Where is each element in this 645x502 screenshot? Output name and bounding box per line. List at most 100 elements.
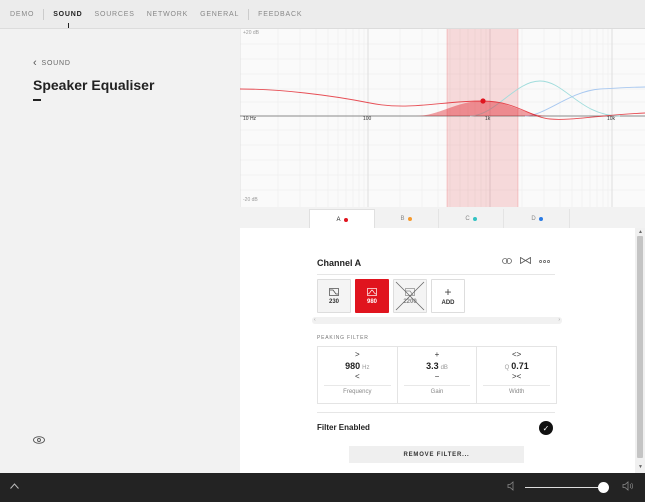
filter-enabled-label: Filter Enabled	[317, 423, 370, 432]
frequency-decrease-button[interactable]: <	[318, 372, 397, 381]
width-label: Width	[509, 389, 525, 395]
remove-filter-button[interactable]: REMOVE FILTER...	[349, 446, 524, 463]
volume-high-icon[interactable]	[622, 481, 634, 493]
nav-sound[interactable]: SOUND	[47, 11, 88, 28]
scroll-right-icon[interactable]: ›	[558, 317, 560, 323]
selected-band	[447, 29, 518, 207]
scroll-down-icon[interactable]: ▼	[638, 464, 643, 470]
freq-label-1k: 1k	[485, 116, 491, 122]
divider	[403, 385, 471, 386]
width-widen-button[interactable]: <>	[477, 350, 556, 359]
gain-value[interactable]: 3.3 dB	[398, 361, 477, 371]
peak-filter-icon	[367, 287, 377, 296]
tab-channel-d[interactable]: D	[505, 209, 570, 228]
channel-actions	[502, 256, 550, 266]
divider	[317, 274, 555, 275]
channel-title: Channel A	[317, 258, 362, 268]
frequency-value[interactable]: 980 Hz	[318, 361, 397, 371]
volume-low-icon[interactable]	[507, 481, 517, 493]
gain-unit: dB	[440, 365, 448, 371]
tab-channel-a[interactable]: A	[309, 209, 375, 229]
freq-label-10hz: 10 Hz	[243, 116, 257, 122]
channel-panel: Channel A 230 980 2200 + ADD ‹ › PEAKING…	[240, 228, 635, 473]
gain-decrease-button[interactable]: −	[398, 372, 477, 381]
nav-divider	[43, 8, 45, 20]
tab-channel-c[interactable]: C	[439, 209, 504, 228]
top-nav: DEMO SOUND SOURCES NETWORK GENERAL FEEDB…	[0, 0, 645, 29]
filter-button-230[interactable]: 230	[317, 279, 351, 313]
gain-number: 3.3	[426, 361, 439, 371]
width-number: 0.71	[511, 361, 529, 371]
back-link[interactable]: ‹ SOUND	[33, 57, 71, 69]
check-icon: ✓	[542, 423, 550, 433]
divider	[483, 385, 551, 386]
divider	[324, 385, 391, 386]
gain-increase-button[interactable]: +	[398, 350, 477, 359]
page-title: Speaker Equaliser	[33, 77, 155, 93]
link-icon[interactable]	[502, 257, 512, 266]
eye-icon[interactable]	[33, 431, 45, 449]
channel-tabs: A B C D	[240, 207, 645, 229]
db-top-label: +20 dB	[243, 30, 259, 36]
volume-slider-knob[interactable]	[598, 482, 609, 493]
channel-dot	[343, 217, 348, 222]
scrollbar-thumb[interactable]	[637, 236, 643, 458]
nav-sources[interactable]: SOURCES	[88, 11, 140, 18]
add-filter-button[interactable]: + ADD	[431, 279, 465, 313]
nav-general[interactable]: GENERAL	[194, 11, 245, 18]
disabled-cross-icon	[395, 281, 425, 311]
param-gain: + 3.3 dB − Gain	[398, 347, 478, 403]
filter-label: 980	[366, 298, 377, 305]
channel-dot	[472, 216, 477, 221]
nav-network[interactable]: NETWORK	[141, 11, 194, 18]
divider	[317, 412, 555, 413]
tab-label: B	[400, 215, 405, 222]
filter-scrollbar[interactable]: ‹ ›	[312, 317, 562, 324]
bypass-icon[interactable]	[520, 256, 531, 266]
frequency-number: 980	[345, 361, 361, 371]
title-underline	[33, 99, 41, 101]
bottom-bar	[0, 473, 645, 502]
nav-divider	[248, 8, 250, 20]
frequency-unit: Hz	[362, 365, 370, 371]
channel-dot	[407, 216, 412, 221]
q-prefix: Q	[504, 365, 510, 371]
freq-label-10k: 10k	[607, 116, 616, 122]
section-label: PEAKING FILTER	[317, 335, 369, 341]
panel-scrollbar[interactable]: ▲ ▼	[635, 228, 645, 473]
plus-icon: +	[444, 284, 452, 299]
filter-label: 230	[328, 298, 339, 305]
chevron-up-icon[interactable]	[10, 481, 19, 492]
filter-params: > 980 Hz < Frequency + 3.3 dB − Gain <> Q0…	[317, 346, 557, 404]
shelf-filter-icon	[329, 287, 339, 296]
scroll-left-icon[interactable]: ‹	[314, 317, 316, 323]
filter-button-2200[interactable]: 2200	[393, 279, 427, 313]
volume-slider[interactable]	[525, 487, 603, 488]
tab-label: C	[465, 215, 470, 222]
filter-button-980[interactable]: 980	[355, 279, 389, 313]
eq-graph[interactable]: +20 dB -20 dB 10 Hz 100 1k 10k	[240, 29, 645, 208]
frequency-label: Frequency	[343, 389, 372, 395]
filter-label: ADD	[441, 299, 455, 306]
filter-enabled-toggle[interactable]: ✓	[539, 421, 553, 435]
scroll-up-icon[interactable]: ▲	[638, 229, 643, 235]
width-narrow-button[interactable]: ><	[477, 372, 556, 381]
curve-d	[524, 86, 645, 117]
filter-list: 230 980 2200 + ADD	[317, 279, 465, 313]
tab-channel-b[interactable]: B	[374, 209, 439, 228]
tab-label: D	[531, 215, 536, 222]
back-label: SOUND	[41, 60, 71, 67]
freq-label-100: 100	[363, 116, 372, 122]
filter-handle[interactable]	[480, 98, 486, 104]
width-value[interactable]: Q 0.71	[477, 361, 556, 371]
frequency-increase-button[interactable]: >	[318, 350, 397, 359]
channel-dot	[538, 216, 543, 221]
nav-feedback[interactable]: FEEDBACK	[252, 11, 308, 18]
eq-graph-canvas	[240, 29, 645, 207]
left-panel: ‹ SOUND Speaker Equaliser	[0, 29, 240, 473]
nav-demo[interactable]: DEMO	[4, 11, 40, 18]
chevron-left-icon: ‹	[33, 57, 38, 69]
param-width: <> Q 0.71 >< Width	[477, 347, 556, 403]
more-icon[interactable]	[539, 258, 550, 265]
gain-label: Gain	[430, 389, 444, 395]
